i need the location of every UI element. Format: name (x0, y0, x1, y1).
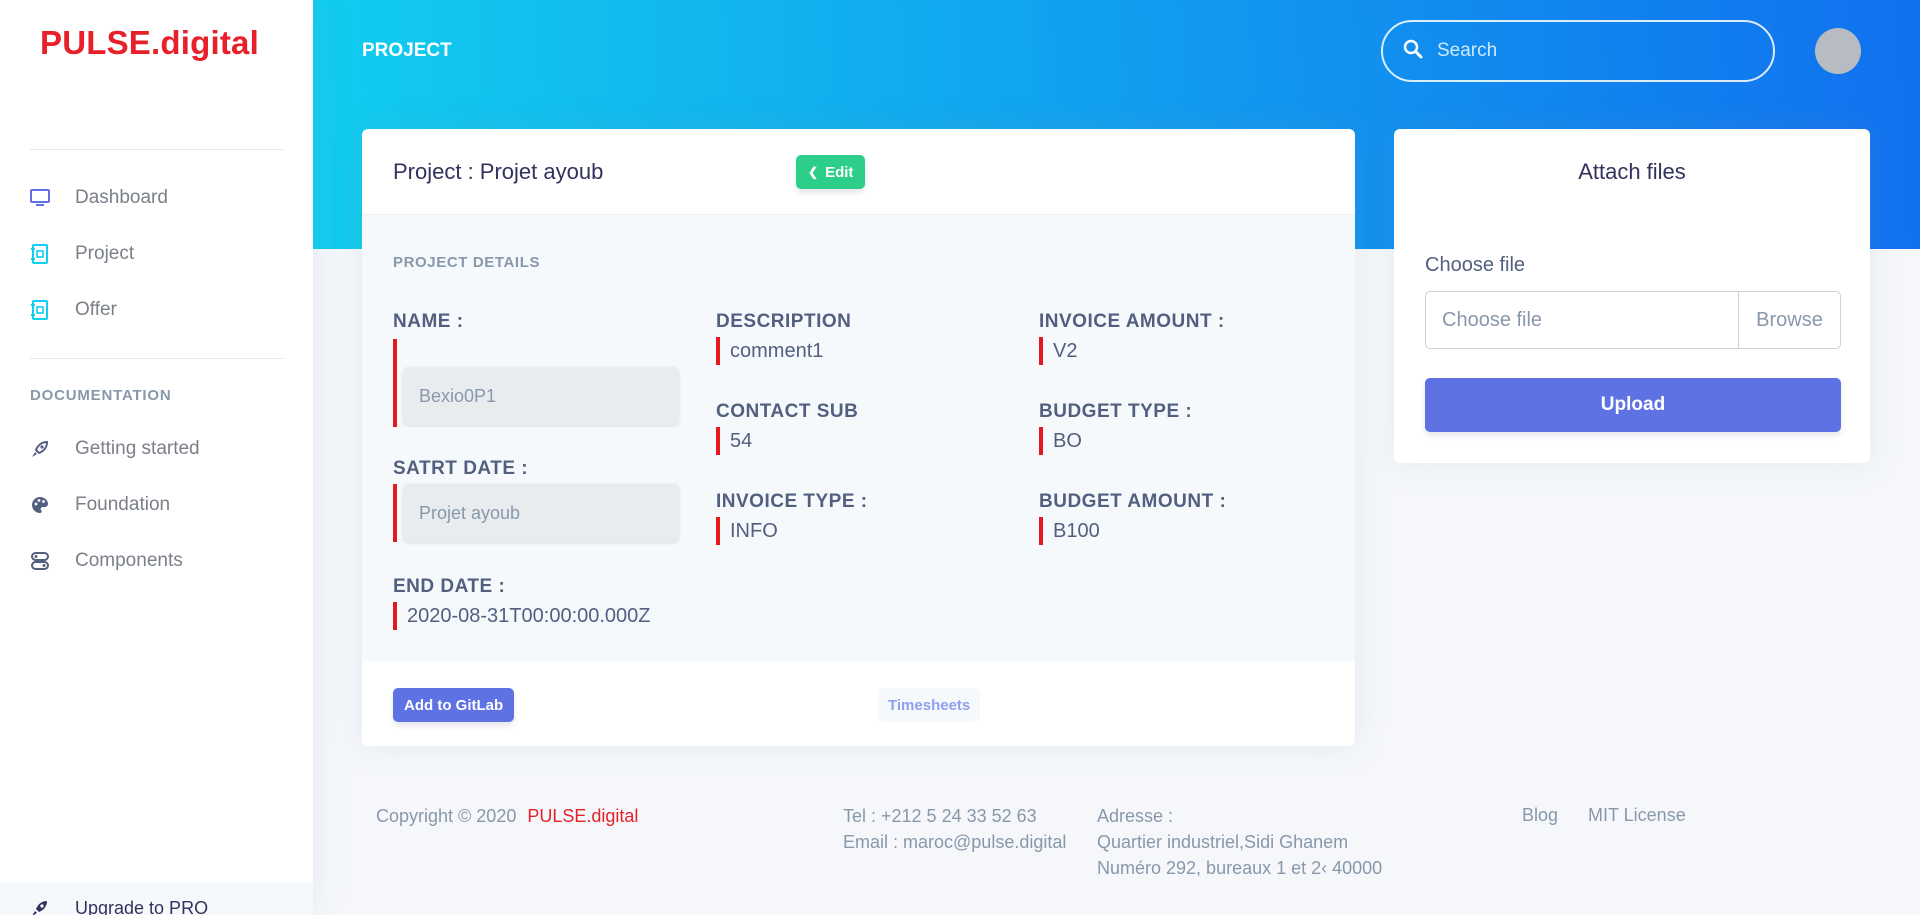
sidebar-item-getting-started[interactable]: Getting started (30, 434, 200, 464)
documentation-heading: DOCUMENTATION (30, 387, 172, 404)
file-input-text[interactable]: Choose file (1426, 292, 1738, 348)
footer-copyright: Copyright © 2020 PULSE.digital (376, 803, 638, 829)
sidebar-divider (30, 358, 283, 359)
page-title[interactable]: PROJECT (362, 40, 452, 62)
card-footer: Add to GitLab Timesheets (362, 661, 1355, 746)
footer-email: Email : maroc@pulse.digital (843, 832, 1067, 852)
sidebar-item-dashboard[interactable]: Dashboard (30, 183, 168, 213)
end-date-label: END DATE : (393, 576, 506, 597)
sidebar-item-label: Project (75, 243, 135, 264)
sidebar-item-label: Components (75, 550, 183, 571)
search-input[interactable] (1437, 40, 1737, 62)
budget-type-label: BUDGET TYPE : (1039, 401, 1193, 422)
copyright-text: Copyright © 2020 (376, 806, 517, 826)
project-details: PROJECT DETAILS NAME : SATRT DATE : END … (362, 215, 1355, 661)
invoice-type-label: INVOICE TYPE : (716, 491, 868, 512)
footer-contact: Tel : +212 5 24 33 52 63 Email : maroc@p… (843, 803, 1066, 855)
project-icon (30, 244, 50, 264)
sidebar-item-components[interactable]: Components (30, 546, 183, 576)
sidebar-item-label: Getting started (75, 438, 200, 459)
sidebar-item-label: Offer (75, 299, 117, 320)
project-card: Project : Projet ayoub ❮ Edit PROJECT DE… (362, 129, 1355, 746)
sidebar-item-offer[interactable]: Offer (30, 295, 117, 325)
upload-button[interactable]: Upload (1425, 378, 1841, 432)
name-label: NAME : (393, 311, 464, 332)
invoice-amount-label: INVOICE AMOUNT : (1039, 311, 1225, 332)
offer-icon (30, 300, 50, 320)
start-date-input[interactable] (403, 484, 679, 542)
sidebar-item-project[interactable]: Project (30, 239, 134, 269)
footer-link-license[interactable]: MIT License (1588, 805, 1686, 826)
budget-type-value: BO (1039, 427, 1082, 455)
add-to-gitlab-button[interactable]: Add to GitLab (393, 688, 515, 722)
budget-amount-label: BUDGET AMOUNT : (1039, 491, 1227, 512)
attach-title: Attach files (1578, 159, 1686, 184)
start-date-label: SATRT DATE : (393, 458, 529, 479)
name-input[interactable] (403, 367, 679, 425)
footer-tel: Tel : +212 5 24 33 52 63 (843, 806, 1037, 826)
sidebar-divider (30, 149, 283, 150)
attach-files-card: Attach files Choose file Choose file Bro… (1394, 129, 1870, 463)
footer-address: Adresse : Quartier industriel,Sidi Ghane… (1097, 803, 1397, 881)
timesheets-button[interactable]: Timesheets (878, 688, 981, 722)
sidebar-item-label: Dashboard (75, 187, 168, 208)
search-icon (1403, 39, 1423, 64)
contact-sub-label: CONTACT SUB (716, 401, 859, 422)
rocket-icon (30, 898, 50, 915)
sidebar-item-foundation[interactable]: Foundation (30, 490, 170, 520)
search-bar[interactable] (1381, 20, 1775, 82)
contact-sub-value: 54 (716, 427, 752, 455)
brand-logo[interactable]: PULSE.digital (40, 24, 259, 62)
edit-label: Edit (825, 163, 854, 181)
details-heading: PROJECT DETAILS (393, 254, 541, 271)
invoice-type-value: INFO (716, 517, 778, 545)
components-icon (30, 551, 50, 571)
upgrade-label: Upgrade to PRO (75, 898, 209, 915)
project-title: Project : Projet ayoub (393, 159, 604, 184)
address-label: Adresse : (1097, 806, 1174, 826)
file-input[interactable]: Choose file Browse (1425, 291, 1841, 349)
chevron-left-icon: ❮ (808, 165, 819, 179)
address-line-1: Quartier industriel,Sidi Ghanem (1097, 832, 1349, 852)
avatar[interactable] (1815, 28, 1861, 74)
palette-icon (30, 495, 50, 515)
card-header: Project : Projet ayoub ❮ Edit (362, 129, 1355, 215)
end-date-value: 2020-08-31T00:00:00.000Z (393, 602, 651, 630)
budget-amount-value: B100 (1039, 517, 1100, 545)
sidebar-item-label: Foundation (75, 494, 171, 515)
edit-button[interactable]: ❮ Edit (796, 155, 866, 189)
footer-brand-link[interactable]: PULSE.digital (527, 806, 638, 826)
description-value: comment1 (716, 337, 823, 365)
address-line-2: Numéro 292, bureaux 1 et 2‹ 40000 (1097, 858, 1383, 878)
name-field (393, 339, 679, 427)
upgrade-to-pro-link[interactable]: Upgrade to PRO (0, 883, 313, 915)
start-date-field (393, 484, 679, 542)
footer-link-blog[interactable]: Blog (1522, 805, 1558, 826)
invoice-amount-value: V2 (1039, 337, 1077, 365)
sidebar: PULSE.digital Dashboard Project Offer DO… (0, 0, 313, 915)
choose-file-label: Choose file (1425, 254, 1526, 276)
rocket-icon (30, 439, 50, 459)
browse-button[interactable]: Browse (1738, 292, 1840, 348)
monitor-icon (30, 188, 50, 208)
description-label: DESCRIPTION (716, 311, 852, 332)
